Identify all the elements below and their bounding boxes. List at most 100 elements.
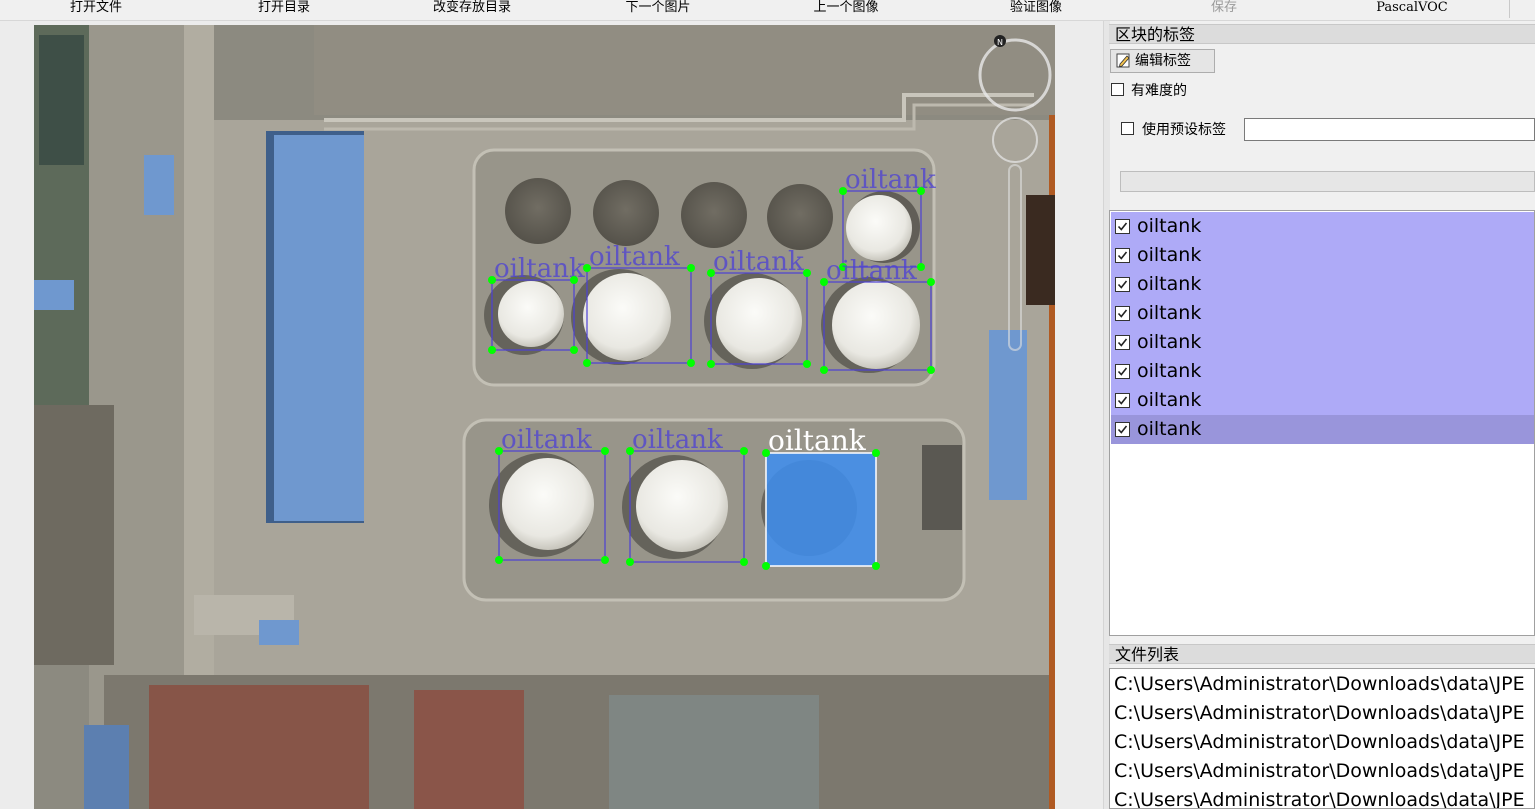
label-item-checkbox[interactable]	[1115, 277, 1130, 292]
label-item-text: oiltank	[1137, 273, 1202, 295]
checkmark-icon	[1117, 251, 1128, 260]
box-vertex-handle[interactable]	[626, 447, 634, 455]
checkmark-icon	[1117, 338, 1128, 347]
label-item-checkbox[interactable]	[1115, 422, 1130, 437]
label-list-item[interactable]: oiltank	[1111, 386, 1534, 415]
file-list-item[interactable]: C:\Users\Administrator\Downloads\data\JP…	[1114, 728, 1525, 757]
box-vertex-handle[interactable]	[917, 187, 925, 195]
box-vertex-handle[interactable]	[762, 562, 770, 570]
box-vertex-handle[interactable]	[687, 264, 695, 272]
box-vertex-handle[interactable]	[601, 447, 609, 455]
bounding-box-label: oiltank	[826, 256, 917, 286]
bounding-box[interactable]: oiltank	[583, 242, 695, 367]
file-list-item[interactable]: C:\Users\Administrator\Downloads\data\JP…	[1114, 786, 1525, 808]
box-vertex-handle[interactable]	[820, 366, 828, 374]
label-list-item[interactable]: oiltank	[1111, 415, 1534, 444]
label-list-item[interactable]: oiltank	[1111, 357, 1534, 386]
selected-bounding-box[interactable]: oiltank	[762, 424, 880, 570]
use-default-label-label: 使用预设标签	[1142, 122, 1226, 138]
box-vertex-handle[interactable]	[839, 187, 847, 195]
label-list[interactable]: oiltank oiltank oiltank oiltank oiltank oilta…	[1109, 210, 1535, 636]
box-vertex-handle[interactable]	[872, 449, 880, 457]
box-vertex-handle[interactable]	[927, 278, 935, 286]
edit-icon	[1116, 53, 1130, 68]
box-vertex-handle[interactable]	[762, 449, 770, 457]
label-item-checkbox[interactable]	[1115, 393, 1130, 408]
bounding-box[interactable]: oiltank	[820, 256, 935, 374]
file-list-item[interactable]: C:\Users\Administrator\Downloads\data\JP…	[1114, 757, 1525, 786]
label-list-item[interactable]: oiltank	[1111, 212, 1534, 241]
label-item-text: oiltank	[1137, 418, 1202, 440]
box-vertex-handle[interactable]	[740, 558, 748, 566]
open-dir-button[interactable]: 打开目录	[240, 0, 328, 18]
label-item-checkbox[interactable]	[1115, 335, 1130, 350]
box-vertex-handle[interactable]	[927, 366, 935, 374]
bounding-box-label: oiltank	[713, 247, 804, 277]
difficult-label: 有难度的	[1131, 83, 1187, 99]
box-vertex-handle[interactable]	[820, 278, 828, 286]
label-list-item[interactable]: oiltank	[1111, 270, 1534, 299]
label-list-item[interactable]: oiltank	[1111, 328, 1534, 357]
open-file-button[interactable]: 打开文件	[52, 0, 140, 18]
box-vertex-handle[interactable]	[687, 359, 695, 367]
box-vertex-handle[interactable]	[570, 346, 578, 354]
checkmark-icon	[1117, 309, 1128, 318]
box-vertex-handle[interactable]	[707, 269, 715, 277]
difficult-checkbox[interactable]	[1111, 83, 1124, 96]
default-label-input[interactable]	[1244, 118, 1535, 141]
prev-image-button[interactable]: 上一个图像	[796, 0, 896, 18]
box-vertex-handle[interactable]	[583, 264, 591, 272]
label-item-checkbox[interactable]	[1115, 364, 1130, 379]
save-button[interactable]: 保存	[1196, 0, 1252, 18]
verify-image-button[interactable]: 验证图像	[990, 0, 1082, 18]
box-vertex-handle[interactable]	[488, 276, 496, 284]
bounding-box[interactable]: oiltank	[488, 254, 585, 354]
label-list-item[interactable]: oiltank	[1111, 241, 1534, 270]
box-vertex-handle[interactable]	[803, 269, 811, 277]
box-vertex-handle[interactable]	[740, 447, 748, 455]
box-vertex-handle[interactable]	[583, 359, 591, 367]
next-image-button[interactable]: 下一个图片	[608, 0, 708, 18]
checkmark-icon	[1117, 425, 1128, 434]
label-item-checkbox[interactable]	[1115, 248, 1130, 263]
box-vertex-handle[interactable]	[601, 556, 609, 564]
edit-label-button[interactable]: 编辑标签	[1110, 49, 1215, 73]
label-item-text: oiltank	[1137, 302, 1202, 324]
label-list-item[interactable]: oiltank	[1111, 299, 1534, 328]
box-vertex-handle[interactable]	[495, 556, 503, 564]
format-toggle-button[interactable]: PascalVOC	[1362, 0, 1462, 18]
file-list[interactable]: C:\Users\Administrator\Downloads\data\JP…	[1109, 668, 1535, 809]
box-vertex-handle[interactable]	[803, 360, 811, 368]
label-item-text: oiltank	[1137, 331, 1202, 353]
bounding-box[interactable]: oiltank	[626, 425, 748, 566]
label-combo-box[interactable]	[1120, 171, 1535, 192]
label-item-text: oiltank	[1137, 360, 1202, 382]
bounding-box-label: oiltank	[632, 425, 723, 455]
bounding-box-label: oiltank	[501, 425, 592, 455]
file-list-item[interactable]: C:\Users\Administrator\Downloads\data\JP…	[1114, 670, 1525, 699]
use-default-label-checkbox[interactable]	[1121, 122, 1134, 135]
box-vertex-handle[interactable]	[626, 558, 634, 566]
box-vertex-handle[interactable]	[495, 447, 503, 455]
satellite-image[interactable]: N oiltank oiltank oiltank oiltank oiltank oil…	[34, 25, 1055, 809]
box-vertex-handle[interactable]	[872, 562, 880, 570]
box-vertex-handle[interactable]	[707, 360, 715, 368]
label-item-checkbox[interactable]	[1115, 219, 1130, 234]
label-item-text: oiltank	[1137, 244, 1202, 266]
bounding-box[interactable]: oiltank	[495, 425, 609, 564]
change-save-dir-button[interactable]: 改变存放目录	[412, 0, 532, 18]
checkmark-icon	[1117, 367, 1128, 376]
bounding-box-label: oiltank	[768, 424, 867, 457]
canvas-area[interactable]: N oiltank oiltank oiltank oiltank oiltank oil…	[0, 21, 1103, 809]
bounding-box-label: oiltank	[589, 242, 680, 272]
file-list-item[interactable]: C:\Users\Administrator\Downloads\data\JP…	[1114, 699, 1525, 728]
box-vertex-handle[interactable]	[570, 276, 578, 284]
checkmark-icon	[1117, 396, 1128, 405]
edit-label-button-text: 编辑标签	[1135, 53, 1191, 69]
checkmark-icon	[1117, 222, 1128, 231]
bounding-box[interactable]: oiltank	[707, 247, 811, 368]
file-list-dock-title: 文件列表	[1109, 644, 1535, 664]
label-item-checkbox[interactable]	[1115, 306, 1130, 321]
box-vertex-handle[interactable]	[488, 346, 496, 354]
box-vertex-handle[interactable]	[917, 263, 925, 271]
